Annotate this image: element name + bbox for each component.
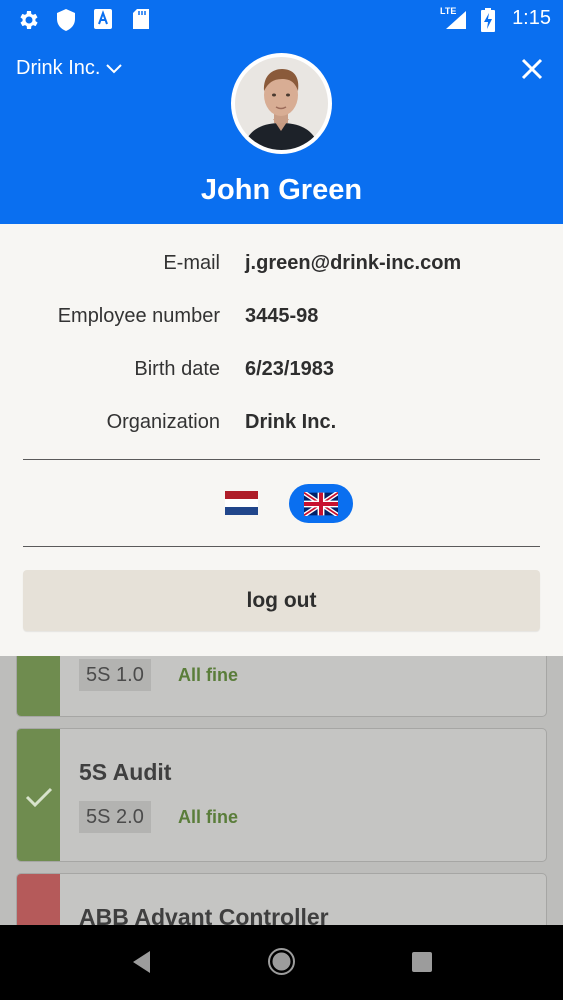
uk-flag-icon bbox=[304, 491, 338, 516]
a-box-icon bbox=[94, 9, 112, 29]
close-icon[interactable] bbox=[521, 58, 543, 80]
employee-number-value: 3445-98 bbox=[245, 305, 319, 327]
list-item-title: ABB Advant Controller bbox=[79, 904, 329, 925]
shield-icon bbox=[57, 9, 75, 31]
status-bar: LTE 1:15 bbox=[0, 0, 563, 38]
birth-date-label: Birth date bbox=[134, 358, 220, 380]
inspection-list: 5S 1.0 All fine 5S Audit 5S 2.0 All fine… bbox=[0, 640, 563, 925]
back-icon[interactable] bbox=[130, 949, 152, 975]
status-text: All fine bbox=[178, 665, 239, 685]
version-badge: 5S 2.0 bbox=[79, 801, 151, 833]
check-icon bbox=[25, 787, 53, 808]
profile-header: Drink Inc. John Green bbox=[0, 38, 563, 224]
lte-signal-icon bbox=[446, 11, 466, 29]
organization-value: Drink Inc. bbox=[245, 411, 337, 433]
list-item[interactable]: ABB Advant Controller bbox=[16, 873, 547, 925]
clock: 1:15 bbox=[512, 7, 551, 29]
avatar bbox=[231, 53, 332, 154]
navigation-bar bbox=[0, 925, 563, 1000]
email-row: E-mail j.green@drink-inc.com bbox=[0, 248, 563, 278]
organization-row: Organization Drink Inc. bbox=[0, 407, 563, 437]
gear-icon bbox=[20, 11, 38, 29]
battery-charging-icon bbox=[481, 8, 495, 32]
avatar-photo bbox=[235, 57, 328, 150]
divider bbox=[23, 546, 540, 547]
status-strip-red bbox=[17, 874, 60, 925]
employee-number-row: Employee number 3445-98 bbox=[0, 301, 563, 331]
birth-date-value: 6/23/1983 bbox=[245, 358, 334, 380]
user-name: John Green bbox=[200, 174, 363, 206]
profile-panel: E-mail j.green@drink-inc.com Employee nu… bbox=[0, 224, 563, 656]
logout-button[interactable]: log out bbox=[23, 570, 540, 631]
status-strip-green bbox=[17, 729, 60, 861]
divider bbox=[23, 459, 540, 460]
employee-number-label: Employee number bbox=[57, 305, 220, 327]
list-item[interactable]: 5S Audit 5S 2.0 All fine bbox=[16, 728, 547, 862]
chevron-down-icon bbox=[106, 63, 123, 73]
organization-label: Organization bbox=[106, 411, 220, 433]
organization-selector[interactable]: Drink Inc. bbox=[16, 57, 123, 80]
sd-card-icon bbox=[133, 9, 149, 29]
status-text: All fine bbox=[178, 807, 239, 827]
home-icon[interactable] bbox=[267, 947, 296, 976]
organization-name: Drink Inc. bbox=[16, 57, 101, 79]
language-english-button[interactable] bbox=[289, 484, 353, 523]
recents-icon[interactable] bbox=[412, 952, 432, 972]
email-value: j.green@drink-inc.com bbox=[245, 252, 462, 274]
version-badge: 5S 1.0 bbox=[79, 659, 151, 691]
netherlands-flag-icon[interactable] bbox=[225, 491, 258, 515]
email-label: E-mail bbox=[163, 252, 220, 274]
list-item-title: 5S Audit bbox=[79, 759, 172, 785]
birth-date-row: Birth date 6/23/1983 bbox=[0, 354, 563, 384]
